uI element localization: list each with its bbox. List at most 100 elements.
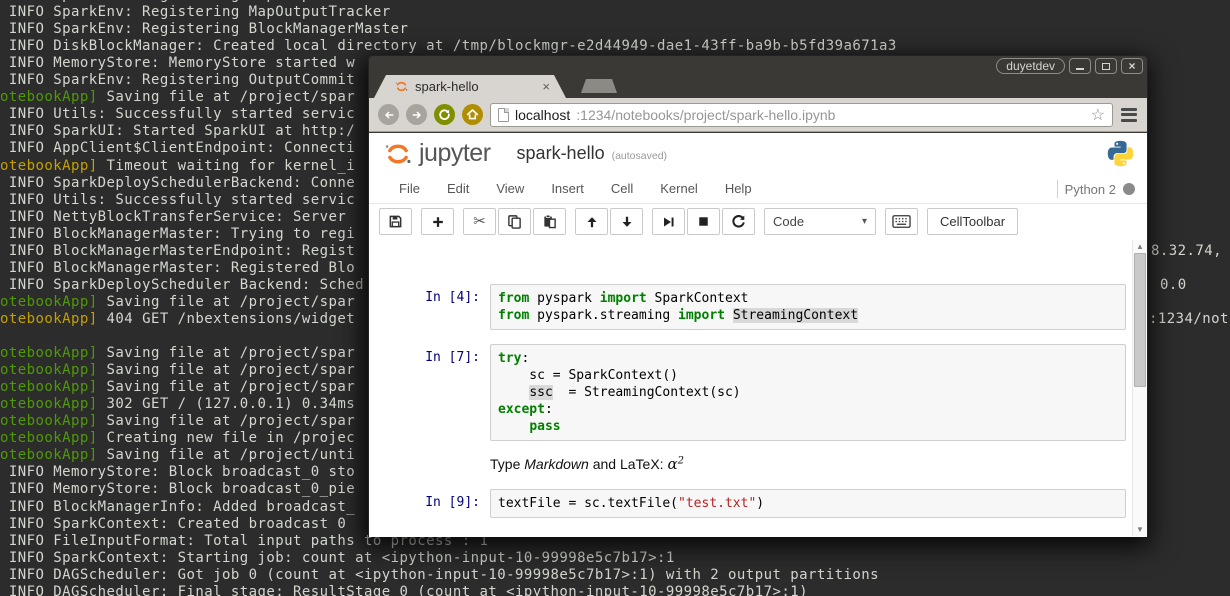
terminal-line: INFO DiskBlockManager: Created local dir…	[0, 38, 897, 55]
terminal-line-text: INFO MemoryStore: MemoryStore started w	[0, 55, 356, 72]
code-line: ssc = StreamingContext(sc)	[529, 385, 741, 400]
home-icon	[466, 109, 479, 120]
cell-code-editor[interactable]: try: sc = SparkContext() ssc = Streaming…	[490, 344, 1126, 441]
terminal-line-text: INFO BlockManagerMaster: Registered Blo	[0, 259, 356, 276]
browser-menu-button[interactable]	[1120, 107, 1138, 122]
markdown-cell[interactable]: Type Markdown and LaTeX: α2	[369, 455, 1147, 473]
notebook-scrollbar[interactable]: ▲ ▼	[1132, 240, 1147, 536]
terminal-line: INFO AppClient$ClientEndpoint: Connecti	[0, 140, 355, 157]
terminal-line-text: Saving file at /project/spar	[97, 413, 356, 430]
reload-button[interactable]	[434, 104, 455, 125]
markdown-placeholder: Type Markdown and LaTeX: α2	[490, 455, 684, 473]
browser-tab-spark-hello[interactable]: spark-hello ×	[374, 75, 566, 98]
restart-kernel-button[interactable]	[722, 208, 755, 235]
terminal-line-fragment: :1234/not	[1149, 311, 1229, 327]
terminal-line: INFO SparkEnv: Registering MapOutputTrac…	[0, 4, 391, 21]
terminal-line-text: INFO SparkEnv: Registering MapOutputTrac…	[0, 4, 391, 21]
interrupt-kernel-button[interactable]	[687, 208, 720, 235]
jupyter-logo[interactable]: jupyter	[381, 139, 491, 169]
terminal-line: INFO SparkContext: Starting job: count a…	[0, 550, 675, 567]
jupyter-logo-text: jupyter	[419, 139, 491, 167]
terminal-line-prefix: otebookApp]	[0, 89, 98, 106]
cell-code-editor[interactable]: from pyspark import SparkContext from pys…	[490, 284, 1126, 330]
terminal-line-text: Timeout waiting for kernel_i	[97, 157, 356, 174]
terminal-line-text: INFO SparkContext: Starting job: count a…	[0, 549, 675, 566]
jupyter-toolbar: ✂ Code ▾ CellToolbar	[369, 204, 1147, 240]
back-button[interactable]	[378, 104, 399, 125]
terminal-line-text: INFO DAGScheduler: Got job 0 (count at <…	[0, 566, 879, 583]
terminal-line: INFO MemoryStore: MemoryStore started w	[0, 55, 355, 72]
chevron-down-icon: ▾	[861, 216, 867, 227]
home-button[interactable]	[462, 104, 483, 125]
cell-code-editor[interactable]: textFile = sc.textFile("test.txt")	[490, 489, 1126, 518]
kernel-divider	[1056, 180, 1058, 198]
terminal-line-text: INFO SparkUI: Started SparkUI at http:/	[0, 123, 356, 140]
terminal-line: otebookApp] Saving file at /project/unti	[0, 447, 355, 464]
code-line: from pyspark.streaming import StreamingC…	[498, 308, 859, 323]
url-bar[interactable]: localhost :1234/notebooks/project/spark-…	[490, 102, 1113, 127]
terminal-line-text: INFO SparkEnv: Registering OutputCommit	[0, 72, 356, 89]
terminal-line-text: INFO AppClient$ClientEndpoint: Connecti	[0, 140, 356, 157]
terminal-line-prefix: otebookApp]	[0, 157, 98, 174]
kernel-name: Python 2	[1064, 181, 1116, 197]
window-user-label: duyetdev	[996, 58, 1065, 74]
menu-kernel[interactable]: Kernel	[660, 181, 698, 196]
move-cell-up-button[interactable]	[575, 208, 608, 235]
copy-cell-button[interactable]	[498, 208, 531, 235]
terminal-line: INFO BlockManagerMaster: Trying to regi	[0, 226, 355, 243]
window-minimize-button[interactable]	[1069, 58, 1091, 74]
tab-title: spark-hello	[415, 79, 479, 94]
paste-cell-button[interactable]	[533, 208, 566, 235]
run-cell-button[interactable]	[652, 208, 685, 235]
scrollbar-down-icon[interactable]: ▼	[1133, 523, 1147, 536]
cell-toolbar-button[interactable]: CellToolbar	[927, 208, 1019, 235]
save-button[interactable]	[379, 208, 412, 235]
notebook-area: In [4]: from pyspark import SparkContext f…	[369, 240, 1147, 536]
code-line: from pyspark import SparkContext	[498, 291, 749, 306]
scrollbar-up-icon[interactable]: ▲	[1133, 240, 1147, 253]
jupyter-page: jupyter spark-hello (autosaved) File Edit…	[369, 133, 1147, 537]
terminal-line-text: INFO MemoryStore: Block broadcast_0_pie	[0, 481, 356, 498]
terminal-line-text: INFO BlockManagerMaster: Trying to regi	[0, 225, 356, 242]
window-close-button[interactable]: ×	[1121, 58, 1143, 74]
menu-view[interactable]: View	[496, 181, 524, 196]
window-maximize-button[interactable]	[1095, 58, 1117, 74]
kernel-status-icon	[1123, 183, 1135, 195]
window-titlebar[interactable]: duyetdev ×	[369, 56, 1147, 75]
terminal-line-text: INFO SparkDeploySchedulerBackend: Conne	[0, 174, 356, 191]
forward-button[interactable]	[406, 104, 427, 125]
menu-cell[interactable]: Cell	[611, 181, 633, 196]
bookmark-star-icon[interactable]: ☆	[1091, 105, 1105, 125]
terminal-line: INFO BlockManagerInfo: Added broadcast_	[0, 499, 355, 516]
cell-type-select[interactable]: Code ▾	[764, 208, 876, 235]
terminal-line: otebookApp] Saving file at /project/spar	[0, 345, 355, 362]
terminal-line: INFO BlockManagerMasterEndpoint: Regist	[0, 243, 355, 260]
code-cell: In [9]: textFile = sc.textFile("test.txt"…	[369, 489, 1147, 518]
terminal-line: INFO Utils: Successfully started servic	[0, 106, 355, 123]
arrow-up-icon	[585, 215, 599, 229]
terminal-line-prefix: otebookApp]	[0, 379, 98, 396]
terminal-line: INFO DAGScheduler: Final stage: ResultSt…	[0, 584, 808, 596]
move-cell-down-button[interactable]	[610, 208, 643, 235]
terminal-line: otebookApp] 404 GET /nbextensions/widget	[0, 311, 355, 328]
menu-insert[interactable]: Insert	[551, 181, 584, 196]
terminal-line-prefix: otebookApp]	[0, 447, 98, 464]
new-tab-button[interactable]	[581, 79, 617, 93]
menu-edit[interactable]: Edit	[447, 181, 469, 196]
jupyter-favicon	[395, 81, 408, 92]
menu-help[interactable]: Help	[725, 181, 752, 196]
page-icon	[498, 107, 509, 122]
menu-file[interactable]: File	[399, 181, 420, 196]
command-palette-button[interactable]	[885, 208, 918, 235]
notebook-title[interactable]: spark-hello	[517, 143, 605, 164]
cut-cell-button[interactable]: ✂	[463, 208, 496, 235]
terminal-line-text: INFO MemoryStore: Block broadcast_0 sto	[0, 464, 356, 481]
jupyter-logo-icon	[385, 144, 411, 163]
stop-icon	[697, 215, 710, 228]
insert-cell-below-button[interactable]	[421, 208, 454, 235]
scrollbar-thumb[interactable]	[1134, 253, 1146, 387]
python-logo-icon	[1107, 140, 1134, 167]
back-arrow-icon	[384, 111, 393, 118]
terminal-line-text: INFO Utils: Successfully started servic	[0, 191, 356, 208]
tab-close-icon[interactable]: ×	[542, 80, 550, 93]
